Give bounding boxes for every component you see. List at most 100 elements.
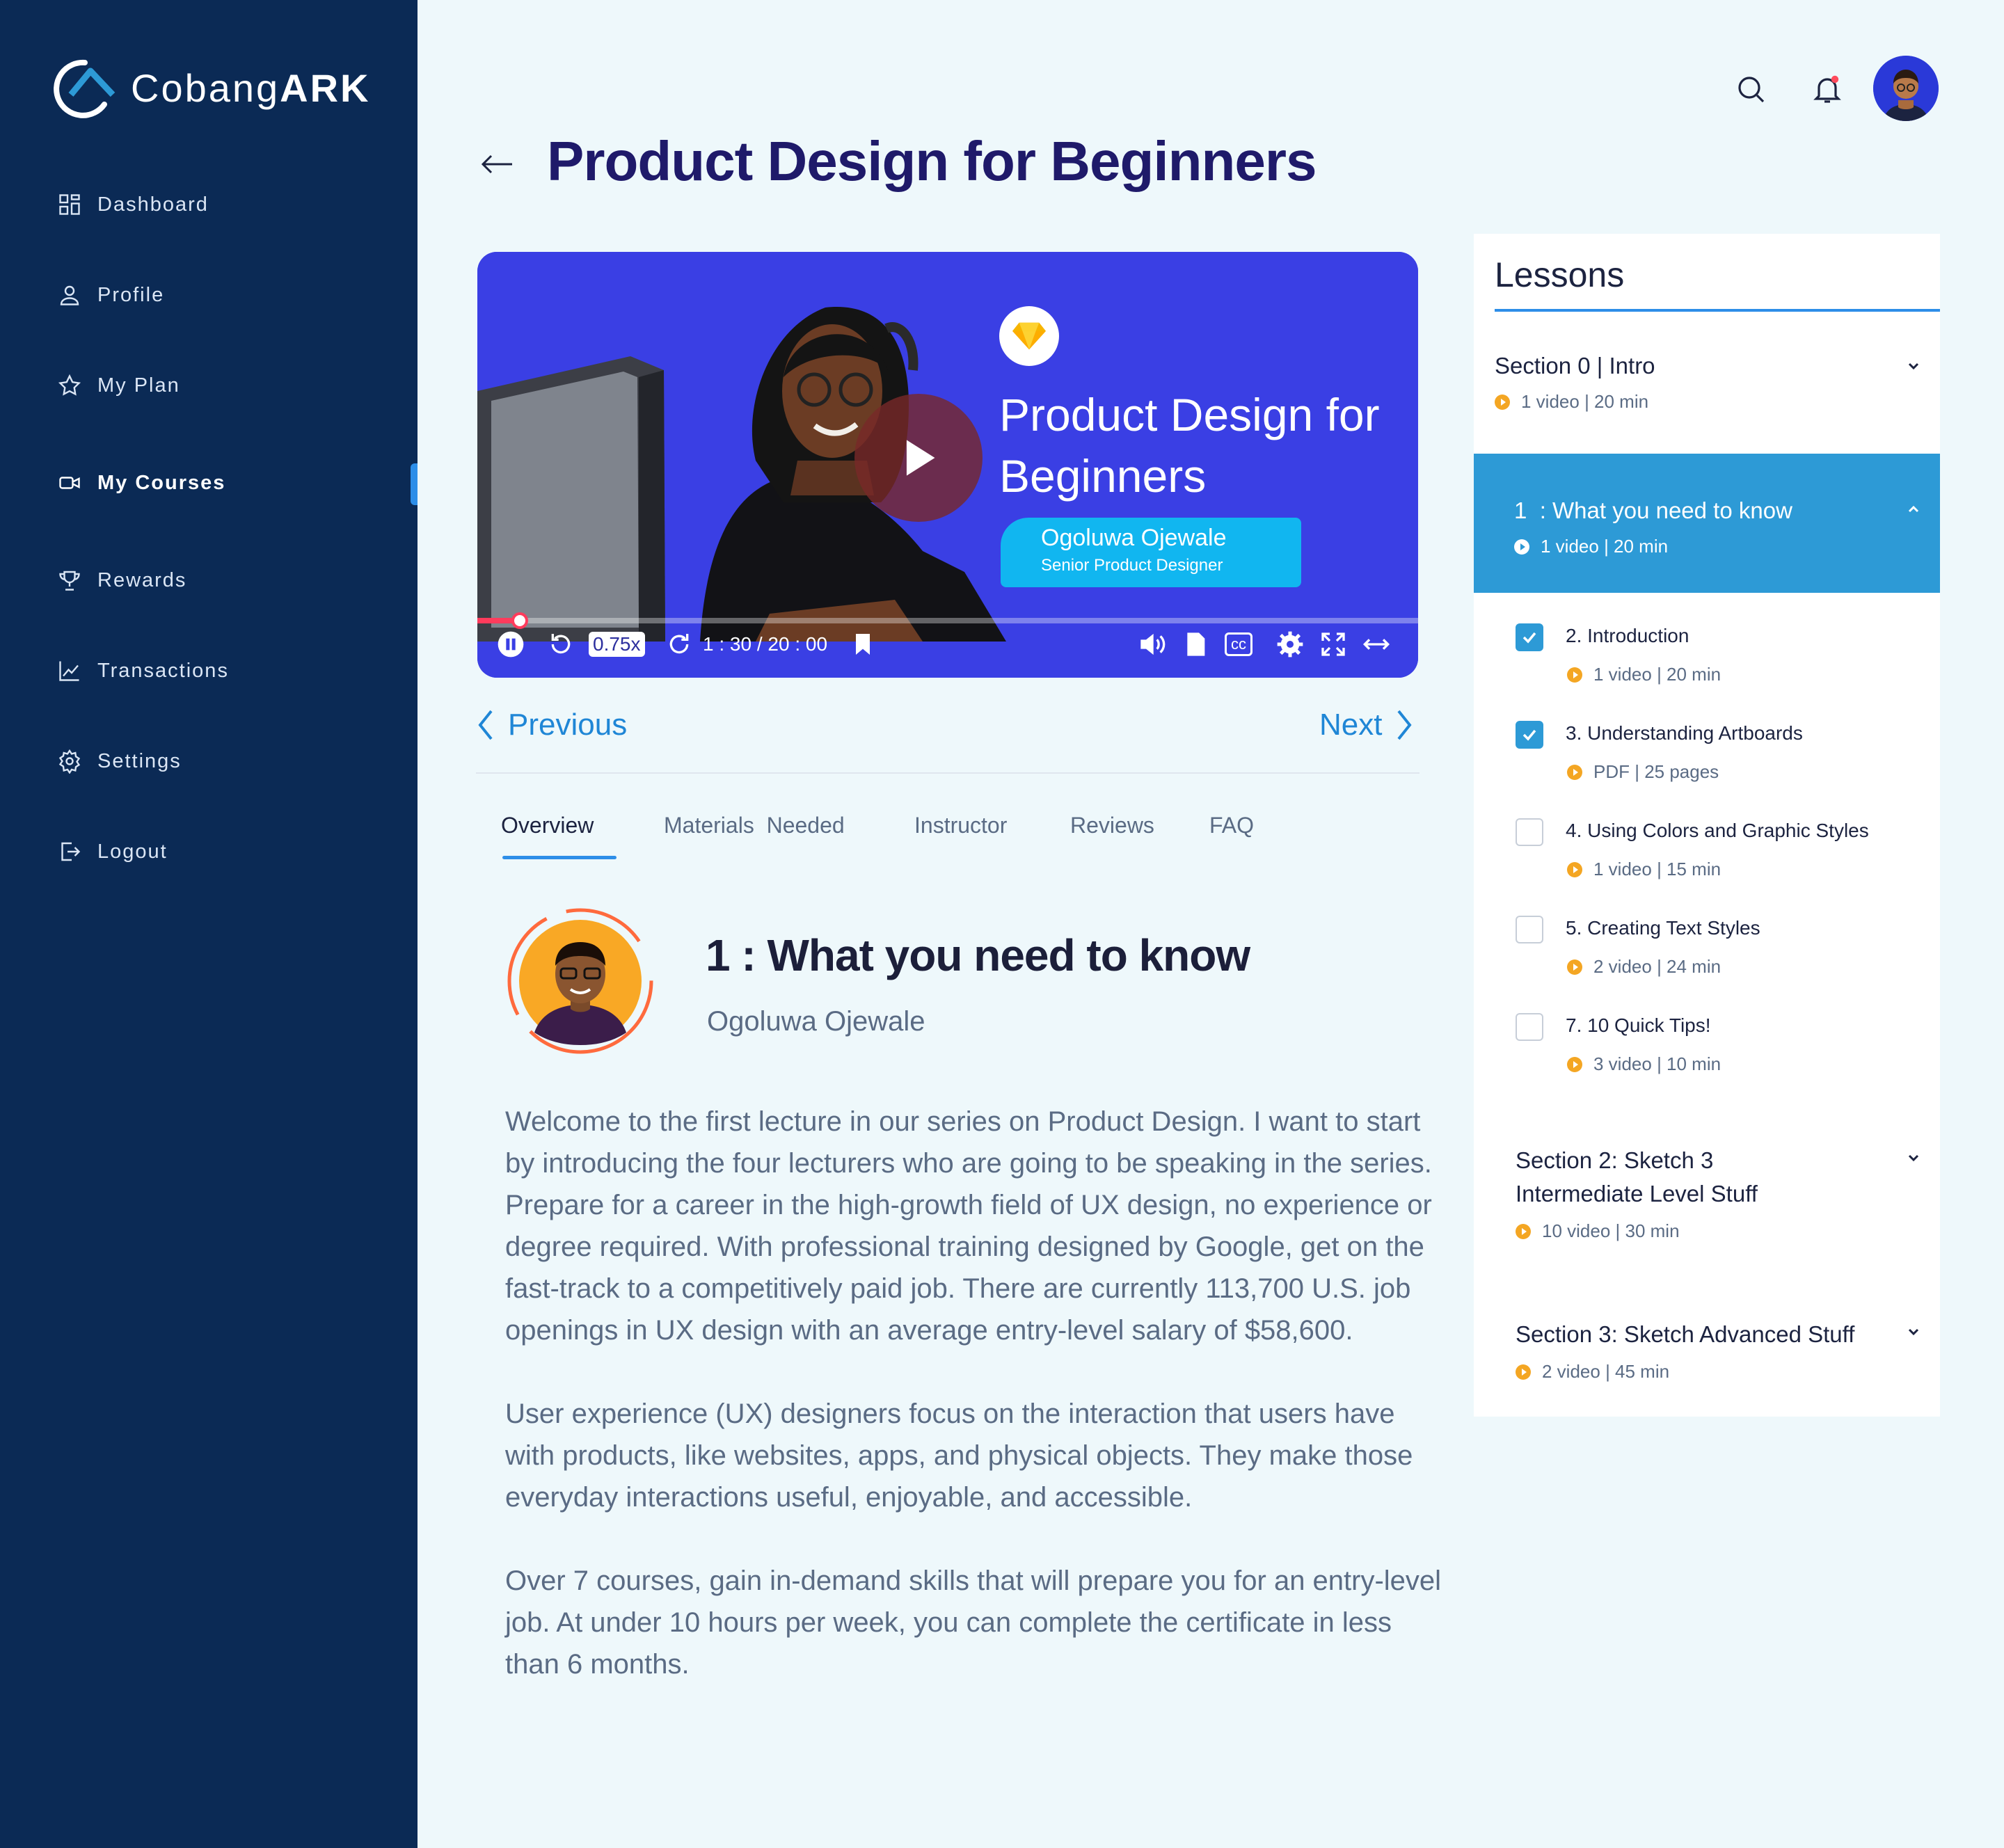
video-controls: 0.75x 1 : 30 / 20 : 00 cc [477,629,1418,678]
progress-track[interactable] [477,618,1418,623]
section-2-meta: 10 video | 30 min [1516,1220,1680,1242]
brand-name: CobangARK [131,65,371,110]
divider [476,772,1420,774]
lesson-item-meta: 1 video | 20 min [1567,664,1721,685]
section-0-meta: 1 video | 20 min [1495,391,1648,413]
back-arrow-icon[interactable] [477,145,516,184]
chart-icon [56,657,84,685]
video-camera-icon [56,469,84,497]
chevron-down-icon[interactable] [1904,356,1923,376]
play-button[interactable] [854,394,983,522]
captions-button[interactable]: cc [1225,629,1252,660]
lesson-item-meta: PDF | 25 pages [1567,761,1719,783]
active-nav-indicator [411,463,418,505]
active-section[interactable]: 1 : What you need to know 1 video | 20 m… [1474,454,1940,593]
user-icon [56,281,84,309]
progress-handle[interactable] [511,612,528,629]
lesson-item-meta: 1 video | 15 min [1567,859,1721,880]
presenter-role: Senior Product Designer [1041,556,1223,575]
sidebar-item-label: Rewards [97,568,187,591]
paragraph: Prepare for a career in the high-growth … [505,1190,1432,1346]
sidebar: CobangARK Dashboard Profile My Plan My C… [0,0,418,1848]
sidebar-item-transactions[interactable]: Transactions [56,650,229,692]
sidebar-item-settings[interactable]: Settings [56,740,182,782]
search-icon[interactable] [1731,70,1770,109]
sidebar-item-label: My Plan [97,374,180,397]
bell-icon[interactable] [1808,70,1847,109]
chevron-up-icon[interactable] [1904,500,1923,519]
sidebar-item-dashboard[interactable]: Dashboard [56,184,209,225]
video-title: Product Design for Beginners [999,389,1380,502]
lesson-item-title[interactable]: 2. Introduction [1566,625,1689,647]
logout-icon [56,838,84,866]
sidebar-item-my-courses[interactable]: My Courses [56,462,225,504]
presenter-name: Ogoluwa Ojewale [1041,525,1227,551]
lessons-title: Lessons [1495,255,1625,294]
sidebar-item-label: Logout [97,840,168,863]
section-0-title[interactable]: Section 0 | Intro [1495,349,1655,383]
previous-button[interactable]: Previous [473,707,627,743]
tab-faq[interactable]: FAQ [1209,813,1254,838]
lesson-checkbox[interactable] [1516,818,1543,846]
paragraph: Welcome to the first lecture in our seri… [505,1106,1432,1179]
tab-reviews[interactable]: Reviews [1070,813,1154,838]
lesson-checkbox[interactable] [1516,916,1543,943]
lesson-item-title[interactable]: 5. Creating Text Styles [1566,917,1760,939]
dashboard-icon [56,191,84,218]
section-2-title[interactable]: Section 2: Sketch 3 Intermediate Level S… [1516,1144,1758,1211]
lesson-item-meta: 3 video | 10 min [1567,1053,1721,1075]
tab-overview[interactable]: Overview [501,813,594,838]
chevron-down-icon[interactable] [1904,1148,1923,1168]
video-bullet-icon [1567,1056,1582,1072]
tab-materials-needed[interactable]: Materials Needed [664,813,845,838]
sidebar-item-label: Profile [97,283,165,306]
settings-gear-icon[interactable] [1276,629,1304,660]
lesson-item-title[interactable]: 7. 10 Quick Tips! [1566,1014,1711,1037]
volume-icon[interactable] [1138,629,1166,660]
video-bullet-icon [1516,1223,1531,1239]
video-bullet-icon [1567,861,1582,877]
sidebar-item-label: Dashboard [97,193,209,216]
lesson-heading: 1 : What you need to know [706,930,1250,980]
fullscreen-icon[interactable] [1319,629,1347,660]
active-section-meta: 1 video | 20 min [1514,536,1668,557]
tab-instructor[interactable]: Instructor [914,813,1007,838]
time-display: 1 : 30 / 20 : 00 [703,633,828,655]
lesson-item-title[interactable]: 4. Using Colors and Graphic Styles [1566,820,1869,842]
brand-logo[interactable]: CobangARK [45,54,371,121]
pause-icon[interactable] [497,629,525,660]
lessons-title-underline [1495,309,1940,312]
lesson-item-title[interactable]: 3. Understanding Artboards [1566,722,1803,744]
expand-width-icon[interactable] [1362,629,1390,660]
speed-selector[interactable]: 0.75x [589,629,645,660]
video-player[interactable]: Product Design for Beginners Ogoluwa Oje… [477,252,1418,678]
sidebar-item-logout[interactable]: Logout [56,831,168,873]
section-3-title[interactable]: Section 3: Sketch Advanced Stuff [1516,1318,1854,1351]
lesson-checkbox[interactable] [1516,721,1543,749]
active-tab-underline [502,856,617,859]
sidebar-item-profile[interactable]: Profile [56,274,164,316]
lesson-instructor-name: Ogoluwa Ojewale [707,1006,925,1037]
play-icon [906,440,935,476]
next-button[interactable]: Next [1319,707,1417,743]
sidebar-item-my-plan[interactable]: My Plan [56,365,180,406]
lesson-item-meta: 2 video | 24 min [1567,956,1721,978]
sidebar-item-label: Settings [97,749,182,772]
gear-icon [56,747,84,775]
lesson-checkbox[interactable] [1516,1013,1543,1041]
document-icon[interactable] [1182,629,1209,660]
lesson-checkbox[interactable] [1516,623,1543,651]
bookmark-icon[interactable] [849,629,877,660]
pdf-bullet-icon [1567,764,1582,780]
video-bullet-icon [1567,667,1582,683]
page-title: Product Design for Beginners [547,130,1317,192]
user-avatar[interactable] [1873,56,1939,121]
paragraph: User experience (UX) designers focus on … [505,1399,1413,1513]
chevron-down-icon[interactable] [1904,1322,1923,1341]
sidebar-item-rewards[interactable]: Rewards [56,559,186,601]
replay-icon[interactable] [547,629,575,660]
video-bullet-icon [1516,1364,1531,1380]
presenter-card: Ogoluwa Ojewale Senior Product Designer [1001,518,1301,587]
paragraph: Over 7 courses, gain in-demand skills th… [505,1566,1442,1680]
forward-icon[interactable] [665,629,693,660]
